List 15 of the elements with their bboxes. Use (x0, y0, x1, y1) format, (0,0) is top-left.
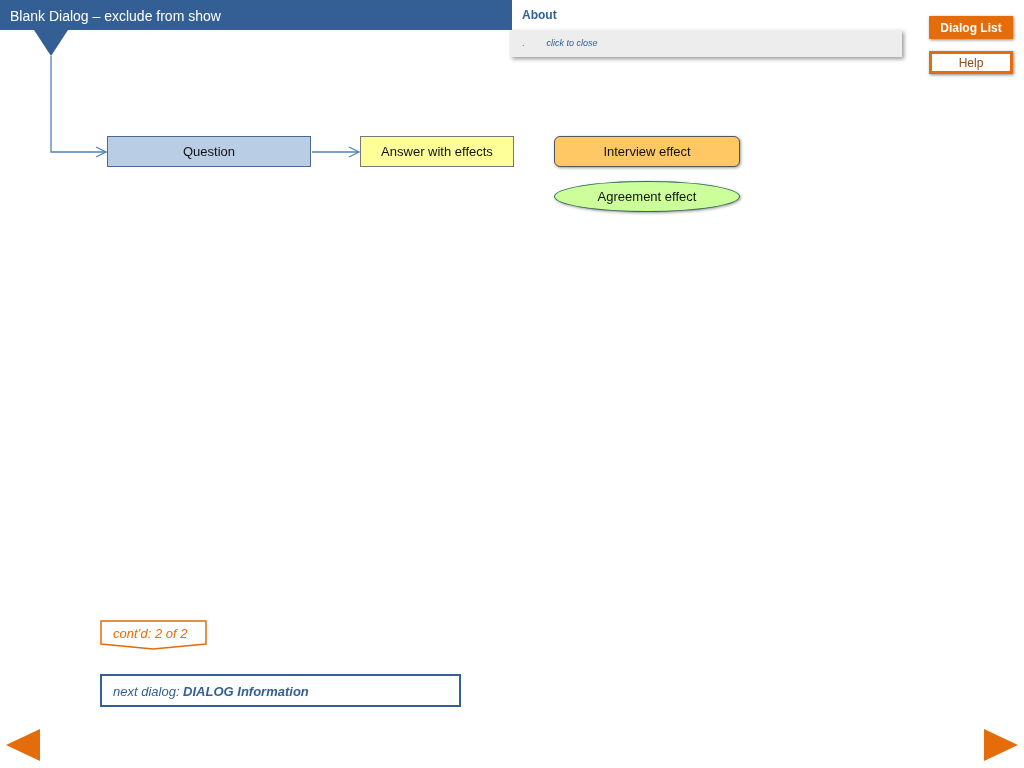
about-title: About (522, 7, 557, 24)
help-button[interactable]: Help (929, 51, 1013, 74)
continued-tag: cont’d: 2 of 2 (100, 620, 207, 650)
close-hint: click to close (546, 36, 598, 50)
interview-effect-node: Interview effect (554, 136, 740, 167)
bullet-dot: . (522, 36, 525, 50)
connector-arrow (311, 146, 361, 158)
answer-node: Answer with effects (360, 136, 514, 167)
triangle-marker (34, 30, 68, 56)
question-node: Question (107, 136, 311, 167)
about-panel[interactable]: . click to close (510, 30, 902, 57)
next-arrow-icon[interactable] (984, 729, 1018, 761)
next-dialog-link[interactable]: next dialog: DIALOG Information (100, 674, 461, 707)
agreement-effect-node: Agreement effect (554, 181, 740, 212)
previous-arrow-icon[interactable] (6, 729, 40, 761)
